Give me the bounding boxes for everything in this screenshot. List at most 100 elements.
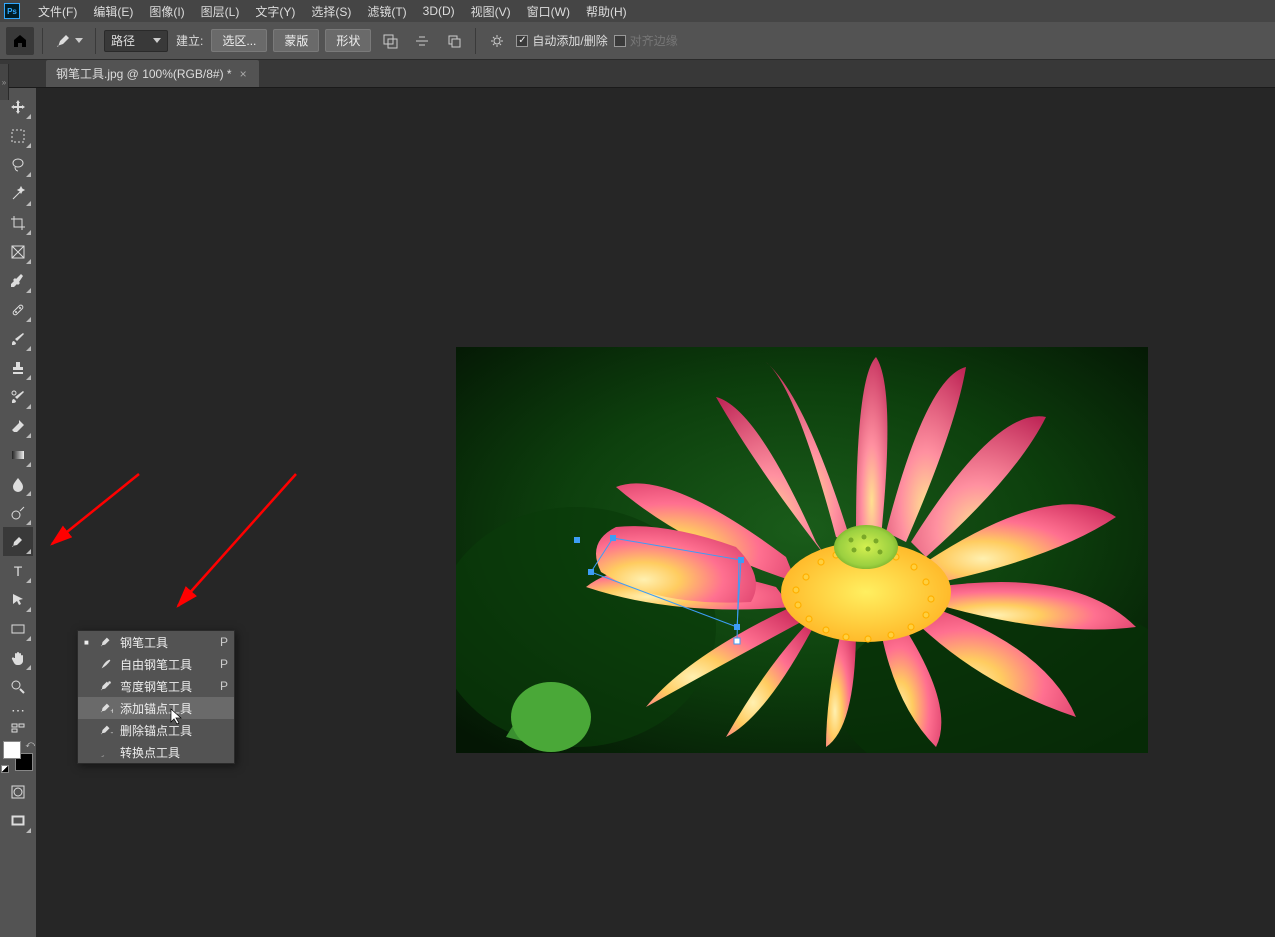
rectangle-tool[interactable] (3, 614, 33, 643)
make-selection-button[interactable]: 选区... (211, 29, 267, 52)
home-button[interactable] (6, 27, 34, 55)
menu-view[interactable]: 视图(V) (463, 3, 519, 20)
gear-button[interactable] (484, 28, 510, 54)
document-tab-bar: 钢笔工具.jpg @ 100%(RGB/8#) * × (0, 60, 1275, 88)
stamp-tool[interactable] (3, 353, 33, 382)
convert-anchor-icon (98, 744, 114, 760)
crop-tool[interactable] (3, 208, 33, 237)
home-icon (12, 33, 28, 49)
hand-tool[interactable] (3, 643, 33, 672)
workspace: T ⋯ ⤺ (0, 88, 1275, 937)
document-tab-title: 钢笔工具.jpg @ 100%(RGB/8#) * (56, 65, 232, 82)
make-shape-button[interactable]: 形状 (325, 29, 371, 52)
healing-tool[interactable] (3, 295, 33, 324)
arrange-icon (446, 33, 462, 49)
menu-file[interactable]: 文件(F) (30, 3, 85, 20)
add-anchor-icon: + (98, 700, 114, 716)
curvature-pen-icon (98, 678, 114, 694)
menu-type[interactable]: 文字(Y) (247, 3, 303, 20)
rect-icon (10, 621, 26, 637)
eraser-tool[interactable] (3, 411, 33, 440)
hand-icon (10, 650, 26, 666)
menu-select[interactable]: 选择(S) (303, 3, 359, 20)
brush-tool[interactable] (3, 324, 33, 353)
path-ops-button[interactable] (377, 28, 403, 54)
blur-tool[interactable] (3, 469, 33, 498)
align-icon (414, 33, 430, 49)
flyout-label: 转换点工具 (120, 744, 222, 761)
menu-layer[interactable]: 图层(L) (193, 3, 248, 20)
crop-icon (10, 215, 26, 231)
history-brush-tool[interactable] (3, 382, 33, 411)
move-icon (10, 99, 26, 115)
gear-icon (489, 33, 505, 49)
path-arrange-button[interactable] (441, 28, 467, 54)
make-mask-button[interactable]: 蒙版 (273, 29, 319, 52)
document-tab[interactable]: 钢笔工具.jpg @ 100%(RGB/8#) * × (46, 60, 259, 87)
screenmode-button[interactable] (3, 806, 33, 835)
svg-text:T: T (14, 563, 23, 579)
flyout-pen-tool[interactable]: ■ 钢笔工具 P (78, 631, 234, 653)
document-image[interactable] (456, 347, 1148, 753)
chevron-down-icon (75, 38, 83, 43)
dodge-tool[interactable] (3, 498, 33, 527)
flyout-convert-anchor-tool[interactable]: 转换点工具 (78, 741, 234, 763)
swap-colors-icon[interactable]: ⤺ (25, 739, 35, 750)
flyout-label: 弯度钢笔工具 (120, 678, 214, 695)
menu-help[interactable]: 帮助(H) (578, 3, 635, 20)
app-icon: Ps (4, 3, 20, 19)
eyedropper-tool[interactable] (3, 266, 33, 295)
lasso-icon (10, 157, 26, 173)
menu-filter[interactable]: 滤镜(T) (359, 3, 414, 20)
flyout-label: 钢笔工具 (120, 634, 214, 651)
close-icon[interactable]: × (240, 67, 247, 81)
healing-icon (10, 302, 26, 318)
current-tool-indicator[interactable] (51, 32, 87, 50)
quickmask-icon (10, 784, 26, 800)
selected-marker: ■ (84, 638, 92, 647)
delete-anchor-icon: − (98, 722, 114, 738)
frame-icon (10, 244, 26, 260)
path-select-tool[interactable] (3, 585, 33, 614)
svg-text:+: + (110, 706, 113, 715)
zoom-tool[interactable] (3, 672, 33, 701)
path-align-button[interactable] (409, 28, 435, 54)
flyout-curvature-pen-tool[interactable]: 弯度钢笔工具 P (78, 675, 234, 697)
type-tool[interactable]: T (3, 556, 33, 585)
marquee-icon (10, 128, 26, 144)
menu-window[interactable]: 窗口(W) (519, 3, 578, 20)
more-tools[interactable]: ⋯ (3, 701, 33, 719)
quickmask-button[interactable] (3, 777, 33, 806)
flyout-delete-anchor-tool[interactable]: − 删除锚点工具 (78, 719, 234, 741)
default-colors-icon[interactable] (1, 765, 9, 773)
checkbox-checked-icon (516, 35, 528, 47)
marquee-tool[interactable] (3, 121, 33, 150)
lasso-tool[interactable] (3, 150, 33, 179)
gradient-tool[interactable] (3, 440, 33, 469)
flyout-freeform-pen-tool[interactable]: 自由钢笔工具 P (78, 653, 234, 675)
pen-tool[interactable] (3, 527, 33, 556)
canvas-area[interactable]: ■ 钢笔工具 P 自由钢笔工具 P 弯度钢笔工具 P + 添加锚点工具 (36, 88, 1275, 937)
frame-tool[interactable] (3, 237, 33, 266)
menu-3d[interactable]: 3D(D) (415, 4, 463, 18)
zoom-icon (10, 679, 26, 695)
menu-image[interactable]: 图像(I) (141, 3, 192, 20)
annotation-arrow-2 (166, 466, 306, 616)
tool-mode-select[interactable]: 路径 (104, 30, 168, 52)
pen-icon (55, 32, 73, 50)
color-swatches[interactable]: ⤺ (3, 741, 33, 771)
auto-add-delete-checkbox[interactable]: 自动添加/删除 (516, 32, 607, 49)
chevron-down-icon (153, 38, 161, 43)
edit-toolbar[interactable] (3, 719, 33, 737)
flyout-add-anchor-tool[interactable]: + 添加锚点工具 (78, 697, 234, 719)
type-icon: T (10, 563, 26, 579)
align-edges-checkbox[interactable]: 对齐边缘 (614, 32, 678, 49)
foreground-color[interactable] (3, 741, 21, 759)
options-bar: 路径 建立: 选区... 蒙版 形状 自动添加/删除 对齐边缘 (0, 22, 1275, 60)
flyout-label: 自由钢笔工具 (120, 656, 214, 673)
quick-select-tool[interactable] (3, 179, 33, 208)
move-tool[interactable] (3, 92, 33, 121)
pen-icon (10, 534, 26, 550)
gradient-icon (10, 447, 26, 463)
menu-edit[interactable]: 编辑(E) (85, 3, 141, 20)
